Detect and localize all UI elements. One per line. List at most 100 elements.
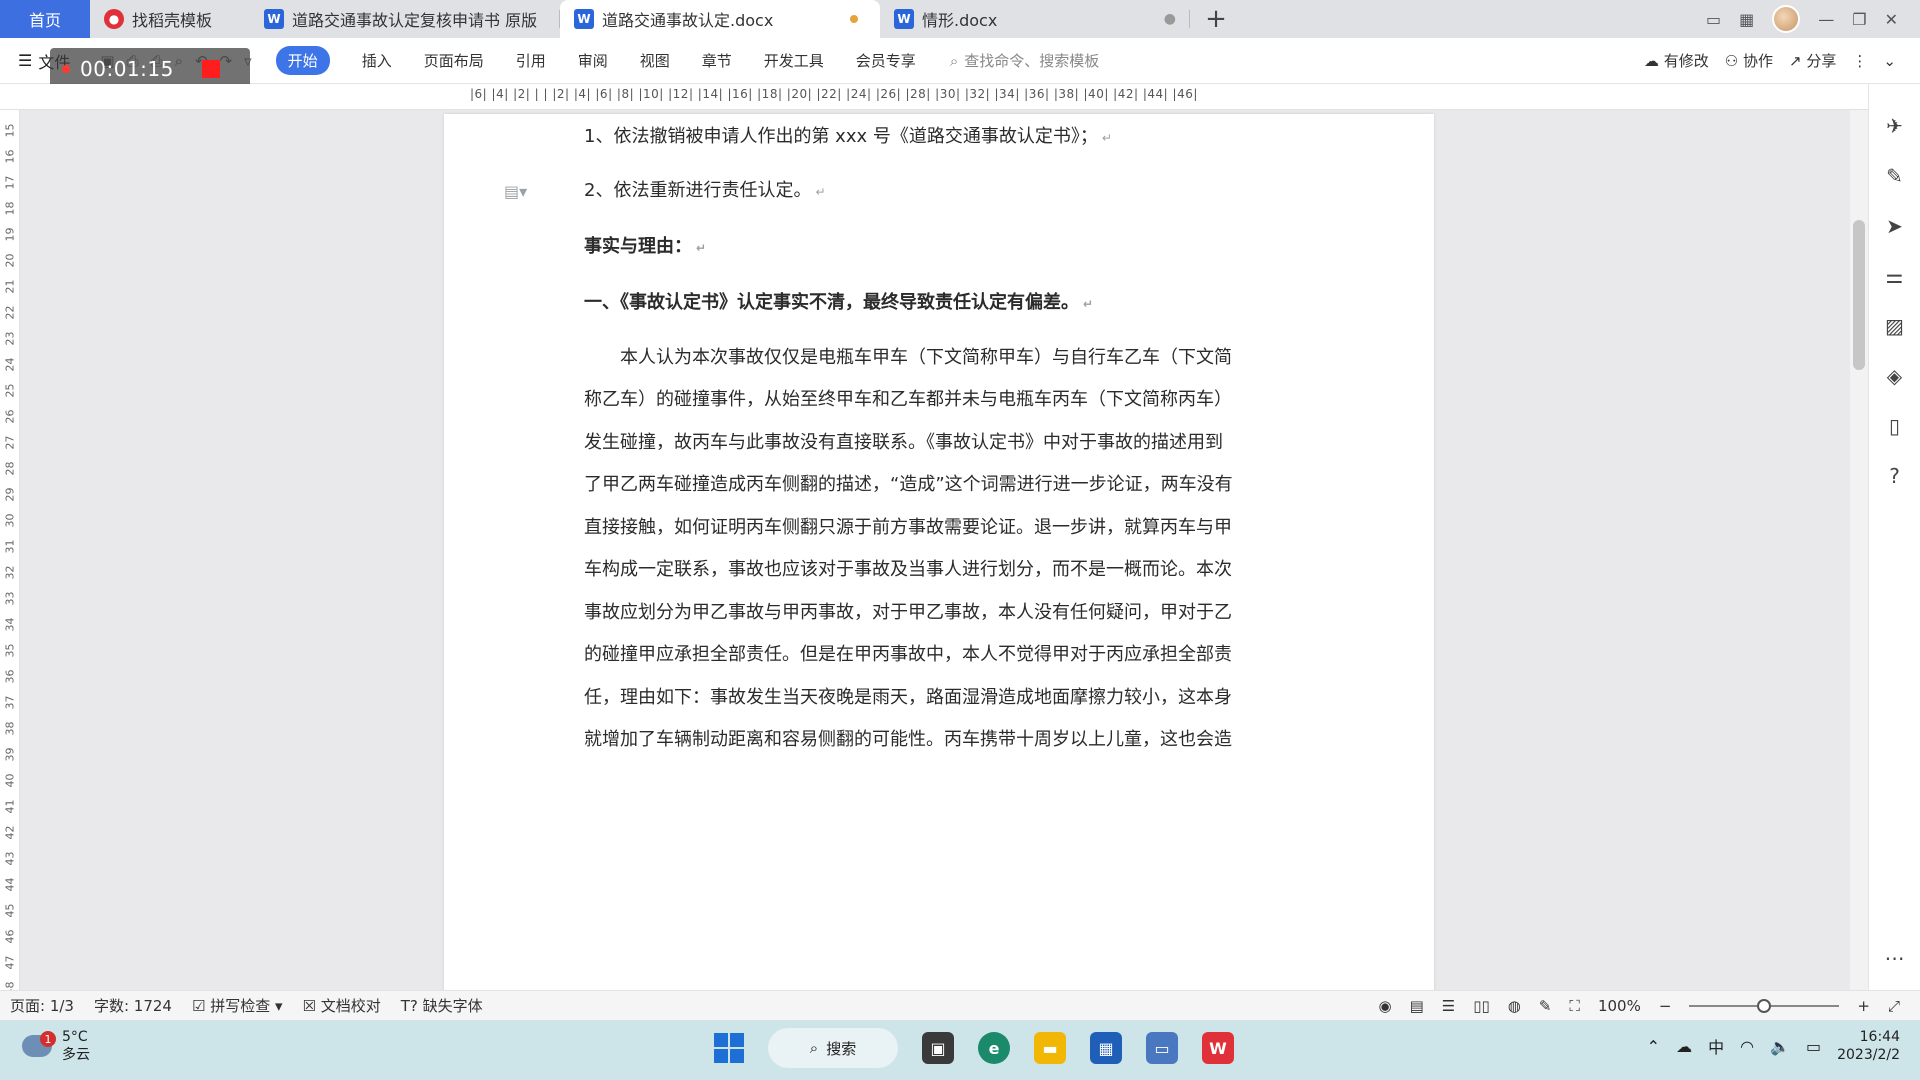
ribbon-tab-insert[interactable]: 插入 [362,50,392,71]
battery-icon[interactable]: ▭ [1806,1037,1821,1056]
ribbon-tab-review[interactable]: 审阅 [578,50,608,71]
vertical-scrollbar[interactable] [1850,110,1868,990]
tab-doc-situation[interactable]: W 情形.docx ● [880,0,1190,38]
new-tab-button[interactable]: + [1196,0,1236,38]
collapse-ribbon-icon[interactable]: ⌄ [1883,52,1896,70]
ribbon-tab-member[interactable]: 会员专享 [856,50,916,71]
search-icon: ⌕ [949,51,959,70]
body-line[interactable]: 本人认为本次事故仅仅是电瓶车甲车（下文简称甲车）与自行车乙车（下文简 [584,343,1232,369]
body-line[interactable]: 就增加了车辆制动距离和容易侧翻的可能性。丙车携带十周岁以上儿童，这也会造 [584,725,1232,751]
body-line[interactable]: 的碰撞甲应承担全部责任。但是在甲丙事故中，本人不觉得甲对于丙应承担全部责 [584,640,1232,666]
reading-view-icon[interactable]: ▯▯ [1473,997,1490,1015]
ruler-number: 46 [3,929,17,944]
eye-protection-icon[interactable]: ◉ [1379,997,1392,1015]
store-icon[interactable]: ▦ [1090,1032,1122,1064]
scrollbar-thumb[interactable] [1853,220,1865,370]
more-vertical-icon[interactable]: ⋮ [1852,52,1867,70]
collab-button[interactable]: ⚇ 协作 [1725,50,1773,71]
document-page[interactable]: ▤▾ 1、依法撤销被申请人作出的第 xxx 号《道路交通事故认定书》； ↵ 2、依法… [444,114,1434,990]
vertical-ruler[interactable]: 15 16 17 18 19 20 21 22 23 24 25 26 27 28 29 30 31 32 33 34… [0,110,20,996]
outline-view-icon[interactable]: ☰ [1442,997,1455,1015]
zoom-in-icon[interactable]: + [1857,997,1870,1015]
modified-button[interactable]: ☁ 有修改 [1644,50,1709,71]
apps-grid-icon[interactable]: ▦ [1739,10,1754,29]
ribbon-tab-home[interactable]: 开始 [275,46,330,75]
stop-recording-button[interactable] [201,60,220,78]
ribbon-tab-devtools[interactable]: 开发工具 [764,50,824,71]
edge-browser-icon[interactable]: e [978,1032,1010,1064]
ruler-number: 15 [3,123,17,138]
write-view-icon[interactable]: ✎ [1539,997,1552,1015]
body-line[interactable]: 事故应划分为甲乙事故与甲丙事故，对于甲乙事故，本人没有任何疑问，甲对于乙 [584,598,1232,624]
proofread-button[interactable]: ☒ 文档校对 [303,995,381,1016]
fit-page-icon[interactable]: ⛶ [1569,997,1580,1015]
wifi-icon[interactable]: ◠ [1740,1037,1754,1056]
command-search[interactable]: ⌕ 查找命令、搜索模板 [950,50,1099,71]
weather-widget[interactable]: 1 5°C 多云 [22,1028,90,1064]
fullscreen-icon[interactable]: ⤢ [1888,997,1900,1015]
rocket-icon[interactable]: ✈ [1886,114,1903,138]
tab-home[interactable]: 首页 [0,0,90,38]
close-dot-icon[interactable]: ● [1164,11,1176,27]
zoom-out-icon[interactable]: − [1659,997,1672,1015]
minimize-icon[interactable]: — [1818,10,1834,29]
zoom-slider-thumb[interactable] [1757,998,1772,1013]
page-indicator[interactable]: 页面: 1/3 [10,995,74,1016]
body-line[interactable]: 发生碰撞，故丙车与此事故没有直接联系。《事故认定书》中对于事故的描述用到 [584,428,1223,454]
pen-icon[interactable]: ✎ [1886,164,1903,188]
taskbar-search[interactable]: ⌕ 搜索 [768,1028,898,1068]
request-item[interactable]: 2、依法重新进行责任认定。 ↵ [584,176,826,202]
ribbon-tab-layout[interactable]: 页面布局 [424,50,484,71]
location-icon[interactable]: ◈ [1887,364,1902,388]
cursor-icon[interactable]: ➤ [1886,214,1903,238]
search-icon: ⌕ [809,1039,819,1057]
volume-icon[interactable]: 🔈 [1770,1037,1790,1056]
right-sidebar: ✈ ✎ ➤ ⚌ ▨ ◈ ▯ ? ⋯ [1868,84,1920,990]
windows-start-icon[interactable] [714,1033,744,1063]
body-line[interactable]: 称乙车）的碰撞事件，从始至终甲车和乙车都并未与电瓶车丙车（下文简称丙车） [584,385,1232,411]
horizontal-ruler[interactable]: |6| |4| |2| | | |2| |4| |6| |8| |10| |12… [0,84,1920,110]
app-icon[interactable]: ▭ [1146,1032,1178,1064]
line-text: 事故应划分为甲乙事故与甲丙事故，对于甲乙事故，本人没有任何疑问，甲对于乙 [584,602,1232,623]
web-view-icon[interactable]: ◍ [1508,997,1521,1015]
ribbon-tab-references[interactable]: 引用 [516,50,546,71]
image-icon[interactable]: ▨ [1885,314,1904,338]
body-line[interactable]: 任，理由如下：事故发生当天夜晚是雨天，路面湿滑造成地面摩擦力较小，这本身 [584,683,1232,709]
layout-icon[interactable]: ▭ [1706,10,1721,29]
zoom-slider[interactable] [1689,998,1840,1013]
task-view-icon[interactable]: ▣ [922,1032,954,1064]
onedrive-icon[interactable]: ☁ [1676,1037,1692,1056]
share-button[interactable]: ↗ 分享 [1789,50,1836,71]
body-line[interactable]: 了甲乙两车碰撞造成丙车侧翻的描述，“造成”这个词需进行进一步论证，两车没有 [584,470,1233,496]
settings-sliders-icon[interactable]: ⚌ [1886,264,1904,288]
book-icon[interactable]: ▯ [1889,414,1900,438]
word-count[interactable]: 字数: 1724 [94,995,172,1016]
tab-template[interactable]: ● 找稻壳模板 [90,0,250,38]
more-horizontal-icon[interactable]: ⋯ [1885,946,1905,970]
page-view-icon[interactable]: ▤ [1410,997,1424,1015]
missing-font-button[interactable]: T? 缺失字体 [401,995,483,1016]
tab-doc-review[interactable]: W 道路交通事故认定复核申请书 原版 [250,0,560,38]
body-line[interactable]: 车构成一定联系，事故也应该对于事故及当事人进行划分，而不是一概而论。本次 [584,555,1232,581]
ribbon-tab-chapter[interactable]: 章节 [702,50,732,71]
body-line[interactable]: 直接接触，如何证明丙车侧翻只源于前方事故需要论证。退一步讲，就算丙车与甲 [584,513,1232,539]
clock[interactable]: 16:44 2023/2/2 [1837,1028,1900,1064]
spell-check-button[interactable]: ☑ 拼写检查 ▾ [192,995,283,1016]
paragraph-options-icon[interactable]: ▤▾ [504,182,527,201]
tab-doc-active[interactable]: W 道路交通事故认定.docx [560,0,880,38]
tray-chevron-icon[interactable]: ⌃ [1647,1037,1660,1056]
file-explorer-icon[interactable]: ▬ [1034,1032,1066,1064]
wps-office-icon[interactable]: W [1202,1032,1234,1064]
request-item[interactable]: 1、依法撤销被申请人作出的第 xxx 号《道路交通事故认定书》； ↵ [584,122,1112,148]
help-icon[interactable]: ? [1889,464,1900,488]
restore-icon[interactable]: ❐ [1852,10,1866,29]
ime-indicator[interactable]: 中 [1708,1034,1724,1058]
document-canvas[interactable]: ▤▾ 1、依法撤销被申请人作出的第 xxx 号《道路交通事故认定书》； ↵ 2、依法… [20,110,1850,990]
close-icon[interactable]: ✕ [1885,10,1898,29]
section-heading[interactable]: 事实与理由： ↵ [584,232,706,258]
ribbon-tab-view[interactable]: 视图 [640,50,670,71]
ruler-number: 42 [3,825,17,840]
section-heading[interactable]: 一、《事故认定书》认定事实不清，最终导致责任认定有偏差。 ↵ [584,288,1093,314]
zoom-level[interactable]: 100% [1598,997,1641,1015]
avatar[interactable] [1772,5,1801,33]
